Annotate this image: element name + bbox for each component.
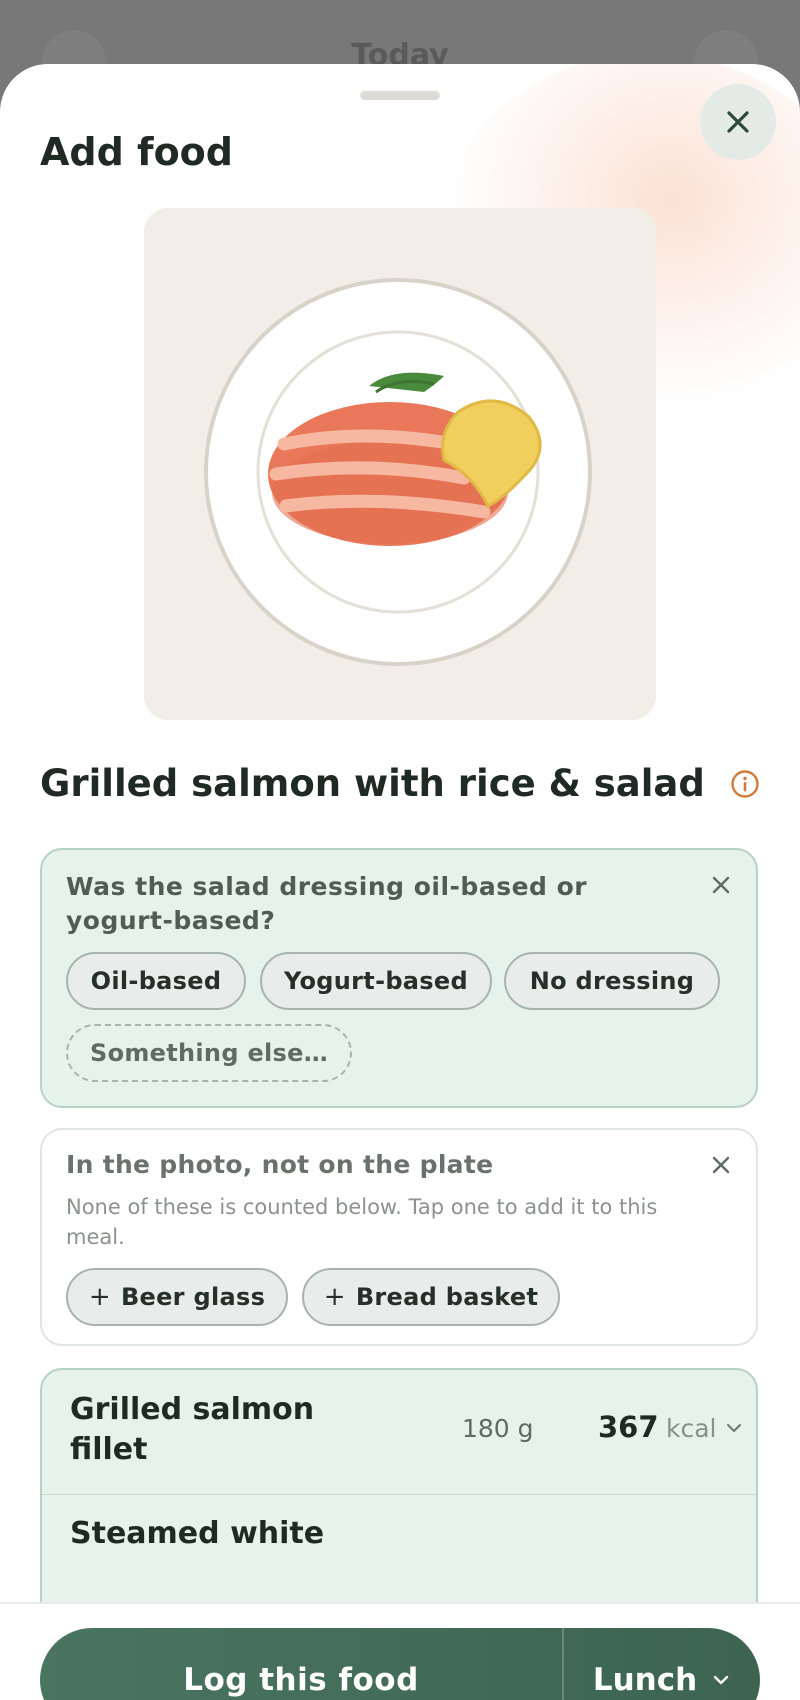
chevron-down-icon	[713, 1675, 729, 1685]
plus-icon: +	[88, 1282, 111, 1312]
bottom-action-bar: Log this food Lunch	[0, 1602, 800, 1700]
photo-extras-subtitle: None of these is counted below. Tap one …	[66, 1195, 658, 1249]
food-item-name: Grilled salmon fillet	[70, 1392, 315, 1467]
photo-extras-title: In the photo, not on the plate	[66, 1150, 494, 1179]
food-item-unit: kcal	[666, 1414, 717, 1443]
info-icon	[731, 770, 759, 798]
close-icon	[712, 876, 730, 894]
log-food-split-button: Log this food Lunch	[40, 1628, 760, 1700]
add-bread-basket-button[interactable]: + Bread basket	[302, 1268, 560, 1326]
food-name: Grilled salmon with rice & salad	[40, 762, 705, 805]
sheet-drag-handle[interactable]	[360, 91, 440, 100]
plus-icon: +	[323, 1282, 346, 1312]
meal-select-button[interactable]: Lunch	[564, 1628, 760, 1700]
food-item-kcal: 367	[598, 1410, 659, 1444]
option-no-dressing[interactable]: No dressing	[504, 952, 720, 1010]
extra-item-label: Beer glass	[120, 1283, 266, 1311]
add-beer-glass-button[interactable]: + Beer glass	[66, 1268, 288, 1326]
clarifying-question-card: Was the salad dressing oil-based or yogu…	[40, 848, 758, 1108]
chevron-down-icon	[727, 1424, 741, 1432]
food-item-grams: 180 g	[462, 1414, 534, 1443]
food-photo	[144, 208, 656, 720]
close-icon	[712, 1156, 730, 1174]
question-text: Was the salad dressing oil-based or yogu…	[66, 872, 588, 935]
option-yogurt-based[interactable]: Yogurt-based	[260, 952, 492, 1010]
extra-item-label: Bread basket	[355, 1283, 539, 1311]
food-item-name: Steamed white	[70, 1516, 325, 1551]
close-icon	[727, 111, 749, 133]
salmon-plate-image	[204, 278, 592, 666]
food-items-list: Grilled salmon fillet 180 g 367 kcal Ste…	[40, 1368, 758, 1628]
info-button[interactable]	[729, 768, 761, 800]
add-food-sheet: Add food Grilled salmon with rice & sala…	[0, 64, 800, 1700]
option-something-else[interactable]: Something else…	[66, 1024, 352, 1082]
food-item-row[interactable]: Grilled salmon fillet 180 g 367 kcal	[42, 1370, 756, 1495]
food-item-row[interactable]: Steamed white	[42, 1494, 756, 1618]
close-button[interactable]	[700, 84, 776, 160]
sheet-title: Add food	[40, 130, 233, 174]
log-food-button[interactable]: Log this food	[40, 1628, 562, 1700]
dismiss-question-button[interactable]	[706, 870, 736, 900]
meal-label: Lunch	[592, 1662, 698, 1698]
photo-extras-card: In the photo, not on the plate None of t…	[40, 1128, 758, 1346]
dismiss-extras-button[interactable]	[706, 1150, 736, 1180]
option-oil-based[interactable]: Oil-based	[66, 952, 246, 1010]
